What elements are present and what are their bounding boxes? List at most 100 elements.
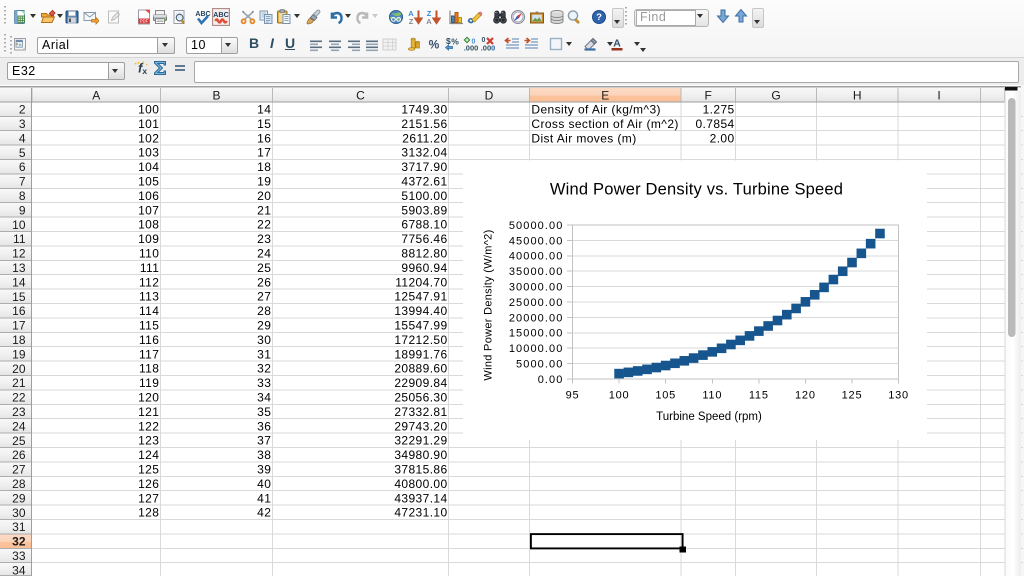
svg-text:13: 13 — [12, 261, 26, 275]
svg-text:20: 20 — [12, 362, 26, 376]
svg-text:111: 111 — [140, 261, 159, 275]
svg-text:0.00: 0.00 — [538, 374, 564, 386]
svg-text:15000.00: 15000.00 — [509, 328, 564, 340]
svg-text:23: 23 — [257, 232, 271, 246]
svg-text:109: 109 — [138, 232, 159, 246]
svg-text:10: 10 — [12, 218, 26, 232]
svg-text:27: 27 — [12, 463, 26, 477]
svg-text:15: 15 — [12, 290, 26, 304]
svg-text:33: 33 — [12, 549, 26, 563]
svg-text:102: 102 — [138, 131, 159, 145]
svg-text:35000.00: 35000.00 — [509, 266, 564, 278]
svg-text:114: 114 — [139, 304, 159, 318]
svg-text:34980.90: 34980.90 — [394, 448, 447, 462]
svg-text:A: A — [92, 88, 100, 102]
svg-text:125: 125 — [842, 389, 863, 401]
svg-text:29: 29 — [12, 491, 26, 505]
svg-text:105: 105 — [655, 389, 676, 401]
svg-text:25000.00: 25000.00 — [509, 297, 564, 309]
svg-text:36: 36 — [257, 419, 271, 433]
svg-text:A: A — [426, 17, 432, 25]
svg-text:19: 19 — [12, 347, 26, 361]
svg-text:15547.99: 15547.99 — [394, 319, 447, 333]
svg-text:11204.70: 11204.70 — [395, 275, 447, 289]
svg-text:27332.81: 27332.81 — [394, 405, 447, 419]
svg-text:34: 34 — [257, 391, 271, 405]
svg-text:31: 31 — [12, 520, 26, 534]
svg-text:18991.76: 18991.76 — [394, 347, 447, 361]
svg-text:5903.89: 5903.89 — [401, 203, 447, 217]
svg-text:50000.00: 50000.00 — [509, 220, 564, 232]
svg-text:107: 107 — [138, 203, 159, 217]
svg-text:PDF: PDF — [140, 19, 149, 24]
svg-text:95: 95 — [566, 389, 580, 401]
svg-text:6: 6 — [19, 160, 26, 174]
svg-text:28: 28 — [257, 304, 271, 318]
svg-text:Wind Power Density vs. Turbine: Wind Power Density vs. Turbine Speed — [550, 181, 843, 199]
svg-text:115: 115 — [749, 389, 769, 401]
svg-text:30: 30 — [12, 506, 26, 520]
svg-text:16: 16 — [257, 131, 271, 145]
svg-text:?: ? — [596, 12, 602, 23]
svg-text:Turbine Speed (rpm): Turbine Speed (rpm) — [656, 411, 762, 423]
svg-text:2151.56: 2151.56 — [401, 117, 447, 131]
svg-text:101: 101 — [138, 117, 159, 131]
svg-text:123: 123 — [138, 434, 159, 448]
svg-text:40000.00: 40000.00 — [509, 251, 564, 263]
svg-text:40800.00: 40800.00 — [394, 477, 447, 491]
svg-text:Density of Air (kg/m^3): Density of Air (kg/m^3) — [531, 103, 661, 117]
svg-text:14: 14 — [12, 275, 26, 289]
svg-text:Dist Air moves (m): Dist Air moves (m) — [531, 131, 636, 145]
svg-text:9960.94: 9960.94 — [401, 261, 447, 275]
svg-text:21: 21 — [257, 203, 271, 217]
svg-text:B: B — [212, 88, 220, 102]
svg-text:E: E — [601, 88, 609, 102]
svg-text:17: 17 — [257, 146, 271, 160]
svg-text:25: 25 — [257, 261, 271, 275]
svg-text:10000.00: 10000.00 — [509, 343, 564, 355]
svg-text:47231.10: 47231.10 — [394, 506, 447, 520]
svg-text:3717.90: 3717.90 — [401, 160, 447, 174]
svg-text:27: 27 — [257, 290, 271, 304]
svg-text:11: 11 — [13, 232, 26, 246]
svg-text:24: 24 — [12, 419, 26, 433]
svg-text:22909.84: 22909.84 — [394, 376, 447, 390]
svg-text:119: 119 — [139, 376, 159, 390]
svg-text:43937.14: 43937.14 — [394, 491, 447, 505]
svg-text:113: 113 — [139, 290, 159, 304]
svg-text:%: % — [428, 38, 439, 52]
svg-text:13994.40: 13994.40 — [394, 304, 447, 318]
svg-text:3132.04: 3132.04 — [401, 146, 447, 160]
svg-text:25: 25 — [12, 434, 26, 448]
svg-text:100: 100 — [138, 103, 159, 117]
svg-text:100: 100 — [609, 389, 630, 401]
svg-text:110: 110 — [702, 389, 722, 401]
svg-text:ABC: ABC — [213, 10, 230, 19]
svg-text:F: F — [705, 88, 712, 102]
svg-text:117: 117 — [139, 347, 159, 361]
svg-text:17212.50: 17212.50 — [394, 333, 447, 347]
svg-text:105: 105 — [138, 175, 159, 189]
svg-text:.000: .000 — [463, 44, 478, 53]
svg-text:19: 19 — [257, 175, 271, 189]
svg-text:30000.00: 30000.00 — [509, 282, 564, 294]
svg-text:29: 29 — [257, 319, 271, 333]
svg-text:23: 23 — [12, 405, 26, 419]
svg-text:Z: Z — [409, 17, 414, 25]
svg-text:H: H — [853, 88, 862, 102]
svg-text:15: 15 — [257, 117, 271, 131]
svg-text:29743.20: 29743.20 — [394, 419, 447, 433]
svg-text:128: 128 — [138, 506, 159, 520]
svg-text:26: 26 — [12, 448, 26, 462]
svg-text:7756.46: 7756.46 — [401, 232, 447, 246]
svg-text:14: 14 — [257, 103, 271, 117]
svg-text:31: 31 — [257, 347, 271, 361]
svg-text:18: 18 — [257, 160, 271, 174]
svg-text:40: 40 — [257, 477, 271, 491]
svg-text:106: 106 — [138, 189, 159, 203]
svg-text:124: 124 — [138, 448, 159, 462]
svg-text:32: 32 — [257, 362, 271, 376]
svg-text:26: 26 — [257, 275, 271, 289]
svg-text:24: 24 — [257, 247, 271, 261]
svg-text:5100.00: 5100.00 — [401, 189, 447, 203]
